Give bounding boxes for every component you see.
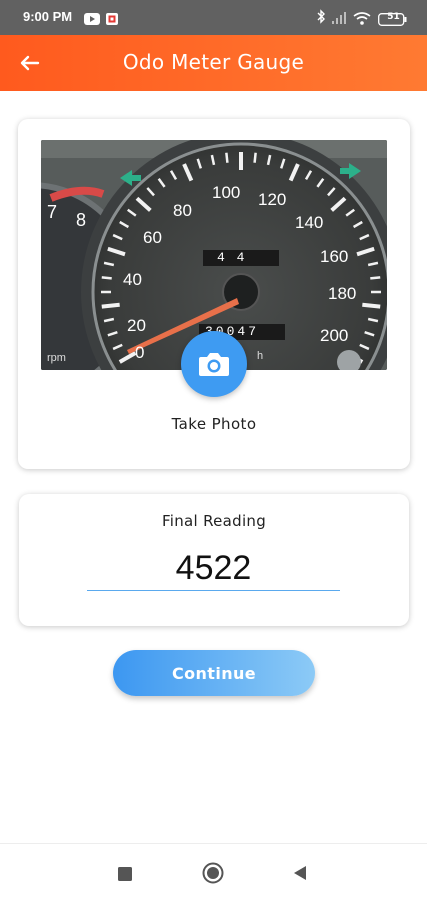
odometer-unit: h (257, 350, 264, 362)
take-photo-label: Take Photo (171, 415, 257, 433)
system-nav-bar (0, 843, 427, 901)
final-reading-label: Final Reading (161, 512, 267, 530)
app-header: Odo Meter Gauge (0, 35, 427, 91)
speed-label: 200 (320, 326, 349, 345)
speed-label: 100 (212, 183, 241, 202)
speed-label: 0 (135, 343, 145, 362)
bluetooth-icon (316, 9, 326, 28)
wifi-icon (353, 10, 371, 29)
status-bar: 9:00 PM 51 (0, 0, 427, 35)
speed-label: 60 (143, 228, 162, 247)
speed-label: 20 (127, 316, 146, 335)
home-icon[interactable] (202, 862, 224, 888)
speed-label: 180 (328, 284, 357, 303)
tach-label: 8 (76, 210, 87, 230)
page-title: Odo Meter Gauge (122, 50, 305, 74)
app-notification-icon (106, 10, 118, 29)
speedo-tick (362, 302, 381, 309)
tach-unit: rpm (47, 352, 66, 364)
battery-level: 51 (387, 12, 400, 22)
photo-card: 7 8 rpm 0 20 40 60 80 100 120 140 160 18… (18, 119, 410, 469)
speed-label: 40 (123, 270, 142, 289)
youtube-icon (84, 10, 100, 29)
final-reading-input[interactable] (87, 546, 340, 591)
tach-label: 7 (47, 202, 58, 222)
speedo-tick (101, 302, 120, 309)
signal-icon (331, 10, 347, 29)
continue-button[interactable]: Continue (113, 650, 315, 696)
recent-apps-icon[interactable] (117, 866, 133, 886)
reading-card: Final Reading (19, 494, 409, 626)
status-time: 9:00 PM (23, 9, 73, 24)
speed-label: 160 (320, 247, 349, 266)
take-photo-button[interactable] (181, 331, 247, 397)
speed-label: 80 (173, 201, 192, 220)
camera-icon (199, 353, 229, 376)
speed-label: 120 (258, 190, 287, 209)
speedo-tick (101, 276, 112, 280)
speed-label: 140 (295, 213, 324, 232)
trip-counter: 4 4 (217, 250, 247, 265)
speedo-tick (370, 276, 381, 280)
speedo-tick (225, 152, 229, 163)
back-icon[interactable] (293, 865, 307, 885)
speedo-tick (253, 152, 257, 163)
